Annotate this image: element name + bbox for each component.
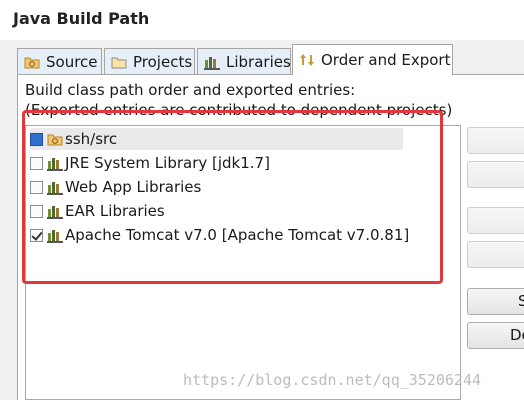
list-item[interactable]: Apache Tomcat v7.0 [Apache Tomcat v7.0.8…	[30, 224, 409, 246]
entry-label: JRE System Library [jdk1.7]	[65, 154, 270, 172]
entry-label: ssh/src	[65, 130, 118, 148]
tab-source[interactable]: Source	[17, 48, 102, 74]
library-icon	[47, 158, 63, 171]
export-checkbox[interactable]	[30, 132, 43, 146]
tab-label: Libraries	[226, 52, 291, 71]
tab-bar: Source Projects Libraries Order and Expo…	[17, 44, 524, 75]
dialog-title: Java Build Path	[13, 9, 150, 28]
library-icon	[47, 230, 63, 243]
tab-order-and-export[interactable]: Order and Export	[292, 44, 453, 75]
source-folder-icon	[24, 54, 40, 70]
libraries-icon	[204, 54, 220, 70]
list-item[interactable]: JRE System Library [jdk1.7]	[30, 152, 270, 174]
list-item[interactable]: Web App Libraries	[30, 176, 201, 198]
export-checkbox[interactable]	[30, 204, 43, 218]
library-icon	[47, 182, 63, 195]
down-button[interactable]	[467, 207, 524, 234]
entry-label: Web App Libraries	[65, 178, 202, 196]
panel-subdescription: (Exported entries are contributed to dep…	[25, 101, 453, 119]
order-export-icon	[299, 52, 315, 68]
deselect-all-button[interactable]: De	[467, 322, 524, 349]
entry-label: EAR Libraries	[65, 202, 165, 220]
export-checkbox[interactable]	[30, 228, 43, 242]
tab-libraries[interactable]: Libraries	[197, 48, 291, 74]
entry-label: Apache Tomcat v7.0 [Apache Tomcat v7.0.8…	[65, 226, 410, 244]
export-checkbox[interactable]	[30, 156, 43, 170]
panel-description: Build class path order and exported entr…	[25, 81, 356, 99]
tab-projects[interactable]: Projects	[104, 48, 195, 74]
source-folder-icon	[47, 134, 63, 146]
export-checkbox[interactable]	[30, 180, 43, 194]
tab-label: Order and Export	[321, 51, 451, 69]
library-icon	[47, 206, 63, 219]
up-button[interactable]	[467, 161, 524, 188]
projects-icon	[111, 54, 127, 70]
list-item[interactable]: EAR Libraries	[30, 200, 165, 222]
watermark: https://blog.csdn.net/qq_35206244	[183, 371, 482, 389]
tab-label: Source	[46, 52, 98, 71]
list-item[interactable]: ssh/src	[30, 128, 403, 150]
top-button[interactable]	[467, 127, 524, 154]
bottom-button[interactable]	[467, 241, 524, 268]
select-all-button[interactable]: S	[467, 288, 524, 315]
dialog-title-bar: Java Build Path	[0, 0, 524, 40]
tab-label: Projects	[133, 52, 193, 71]
